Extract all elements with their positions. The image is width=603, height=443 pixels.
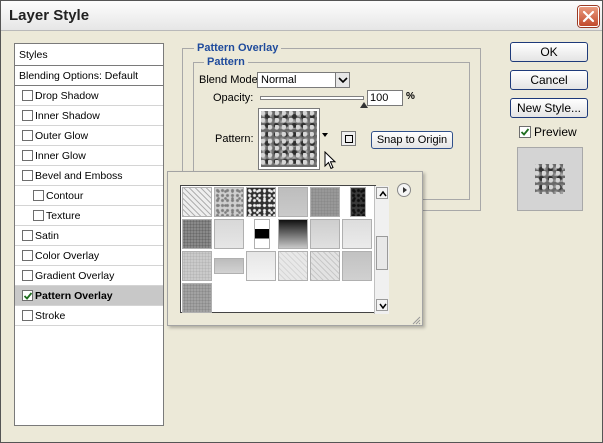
light-paper-pattern-icon[interactable] — [214, 219, 244, 249]
style-item-satin[interactable]: Satin — [15, 226, 163, 246]
diagonal-lines-pattern-icon[interactable] — [182, 187, 212, 217]
new-style-button[interactable]: New Style... — [510, 98, 588, 118]
pattern-grid — [180, 185, 389, 314]
scroll-down-arrow-icon[interactable] — [376, 299, 388, 311]
pattern-dropdown-arrow-icon[interactable] — [322, 133, 328, 137]
style-item-contour[interactable]: Contour — [15, 186, 163, 206]
pattern-scrollbar[interactable] — [374, 186, 389, 314]
ok-button[interactable]: OK — [510, 42, 588, 62]
pattern-overlay-title: Pattern Overlay — [194, 42, 282, 54]
light-diagonal-pattern-icon[interactable] — [310, 251, 340, 281]
style-item-label: Gradient Overlay — [35, 270, 115, 282]
preview-thumbnail — [517, 147, 583, 211]
styles-header[interactable]: Styles — [15, 44, 163, 66]
clouds-pattern-icon[interactable] — [214, 187, 244, 217]
dark-splatter-pattern-icon[interactable] — [246, 187, 276, 217]
style-checkbox[interactable] — [22, 310, 33, 321]
style-item-pattern-overlay[interactable]: Pattern Overlay — [15, 286, 163, 306]
style-item-inner-glow[interactable]: Inner Glow — [15, 146, 163, 166]
style-item-label: Inner Glow — [35, 150, 86, 162]
pattern-picker-popup — [167, 171, 423, 326]
opacity-label: Opacity: — [213, 92, 254, 104]
close-icon — [582, 10, 595, 23]
style-item-color-overlay[interactable]: Color Overlay — [15, 246, 163, 266]
style-item-label: Outer Glow — [35, 130, 89, 142]
dark-rock-pattern-icon[interactable] — [350, 187, 366, 217]
dark-gradient-pattern-icon[interactable] — [278, 219, 308, 249]
opacity-unit: % — [406, 91, 415, 102]
cancel-button[interactable]: Cancel — [510, 70, 588, 90]
style-item-texture[interactable]: Texture — [15, 206, 163, 226]
white-paper-pattern-icon[interactable] — [246, 251, 276, 281]
gray-canvas-pattern-icon[interactable] — [278, 187, 308, 217]
style-checkbox[interactable] — [22, 90, 33, 101]
light-wrinkle-pattern-icon[interactable] — [278, 251, 308, 281]
gray-dots-pattern-icon[interactable] — [182, 283, 212, 313]
fine-gray-pattern-icon[interactable] — [310, 187, 340, 217]
gray-weave-pattern-icon[interactable] — [182, 219, 212, 249]
close-button[interactable] — [578, 6, 599, 27]
picker-menu-arrow-icon[interactable] — [397, 183, 411, 197]
style-checkbox[interactable] — [22, 270, 33, 281]
styles-list: Styles Blending Options: Default Drop Sh… — [14, 43, 164, 426]
checkmark-icon — [23, 292, 33, 300]
style-checkbox[interactable] — [33, 190, 44, 201]
window-title: Layer Style — [9, 7, 90, 24]
scroll-thumb[interactable] — [376, 236, 388, 271]
blend-mode-label: Blend Mode: — [199, 74, 261, 86]
blend-mode-select[interactable]: Normal — [257, 72, 350, 88]
style-checkbox[interactable] — [22, 170, 33, 181]
style-checkbox[interactable] — [22, 230, 33, 241]
opacity-input[interactable]: 100 — [367, 90, 403, 106]
style-item-label: Inner Shadow — [35, 110, 100, 122]
stone-pattern-icon — [261, 111, 317, 167]
snap-to-origin-button[interactable]: Snap to Origin — [371, 131, 453, 149]
opacity-slider[interactable] — [260, 96, 368, 108]
new-preset-button[interactable] — [341, 131, 356, 146]
blending-options-item[interactable]: Blending Options: Default — [15, 66, 163, 86]
scroll-up-arrow-icon[interactable] — [376, 187, 388, 199]
preview-checkbox[interactable] — [519, 126, 531, 138]
preview-pattern-icon — [535, 164, 565, 194]
resize-grip-icon[interactable] — [409, 313, 421, 325]
blend-mode-value: Normal — [261, 74, 297, 86]
gray-stripe-pattern-icon[interactable] — [214, 258, 244, 274]
style-item-label: Color Overlay — [35, 250, 100, 262]
chevron-down-icon[interactable] — [335, 73, 349, 87]
layer-style-dialog: Layer Style Styles Blending Options: Def… — [0, 0, 603, 443]
style-checkbox[interactable] — [22, 110, 33, 121]
mouse-pointer-icon — [324, 151, 337, 170]
style-item-label: Drop Shadow — [35, 90, 99, 102]
black-white-gradient-pattern-icon[interactable] — [254, 219, 270, 249]
style-item-inner-shadow[interactable]: Inner Shadow — [15, 106, 163, 126]
pattern-subgroup-title: Pattern — [204, 56, 248, 68]
title-bar[interactable]: Layer Style — [1, 1, 602, 31]
style-checkbox[interactable] — [22, 130, 33, 141]
style-item-label: Texture — [46, 210, 81, 222]
style-item-drop-shadow[interactable]: Drop Shadow — [15, 86, 163, 106]
style-item-stroke[interactable]: Stroke — [15, 306, 163, 326]
style-item-gradient-overlay[interactable]: Gradient Overlay — [15, 266, 163, 286]
pattern-swatch[interactable] — [258, 108, 320, 170]
style-item-label: Stroke — [35, 310, 66, 322]
style-item-bevel-and-emboss[interactable]: Bevel and Emboss — [15, 166, 163, 186]
style-checkbox[interactable] — [33, 210, 44, 221]
checkmark-icon — [520, 128, 530, 136]
style-item-label: Satin — [35, 230, 59, 242]
style-checkbox[interactable] — [22, 250, 33, 261]
style-item-label: Contour — [46, 190, 84, 202]
style-checkbox[interactable] — [22, 150, 33, 161]
style-item-outer-glow[interactable]: Outer Glow — [15, 126, 163, 146]
gray-burlap-pattern-icon[interactable] — [182, 251, 212, 281]
gray-felt-pattern-icon[interactable] — [342, 251, 372, 281]
style-checkbox[interactable] — [22, 290, 33, 301]
pale-linen-pattern-icon[interactable] — [342, 219, 372, 249]
style-item-label: Bevel and Emboss — [35, 170, 123, 182]
style-item-label: Pattern Overlay — [35, 290, 113, 302]
preview-label: Preview — [534, 125, 577, 139]
light-marble-pattern-icon[interactable] — [310, 219, 340, 249]
pattern-label: Pattern: — [215, 133, 254, 145]
